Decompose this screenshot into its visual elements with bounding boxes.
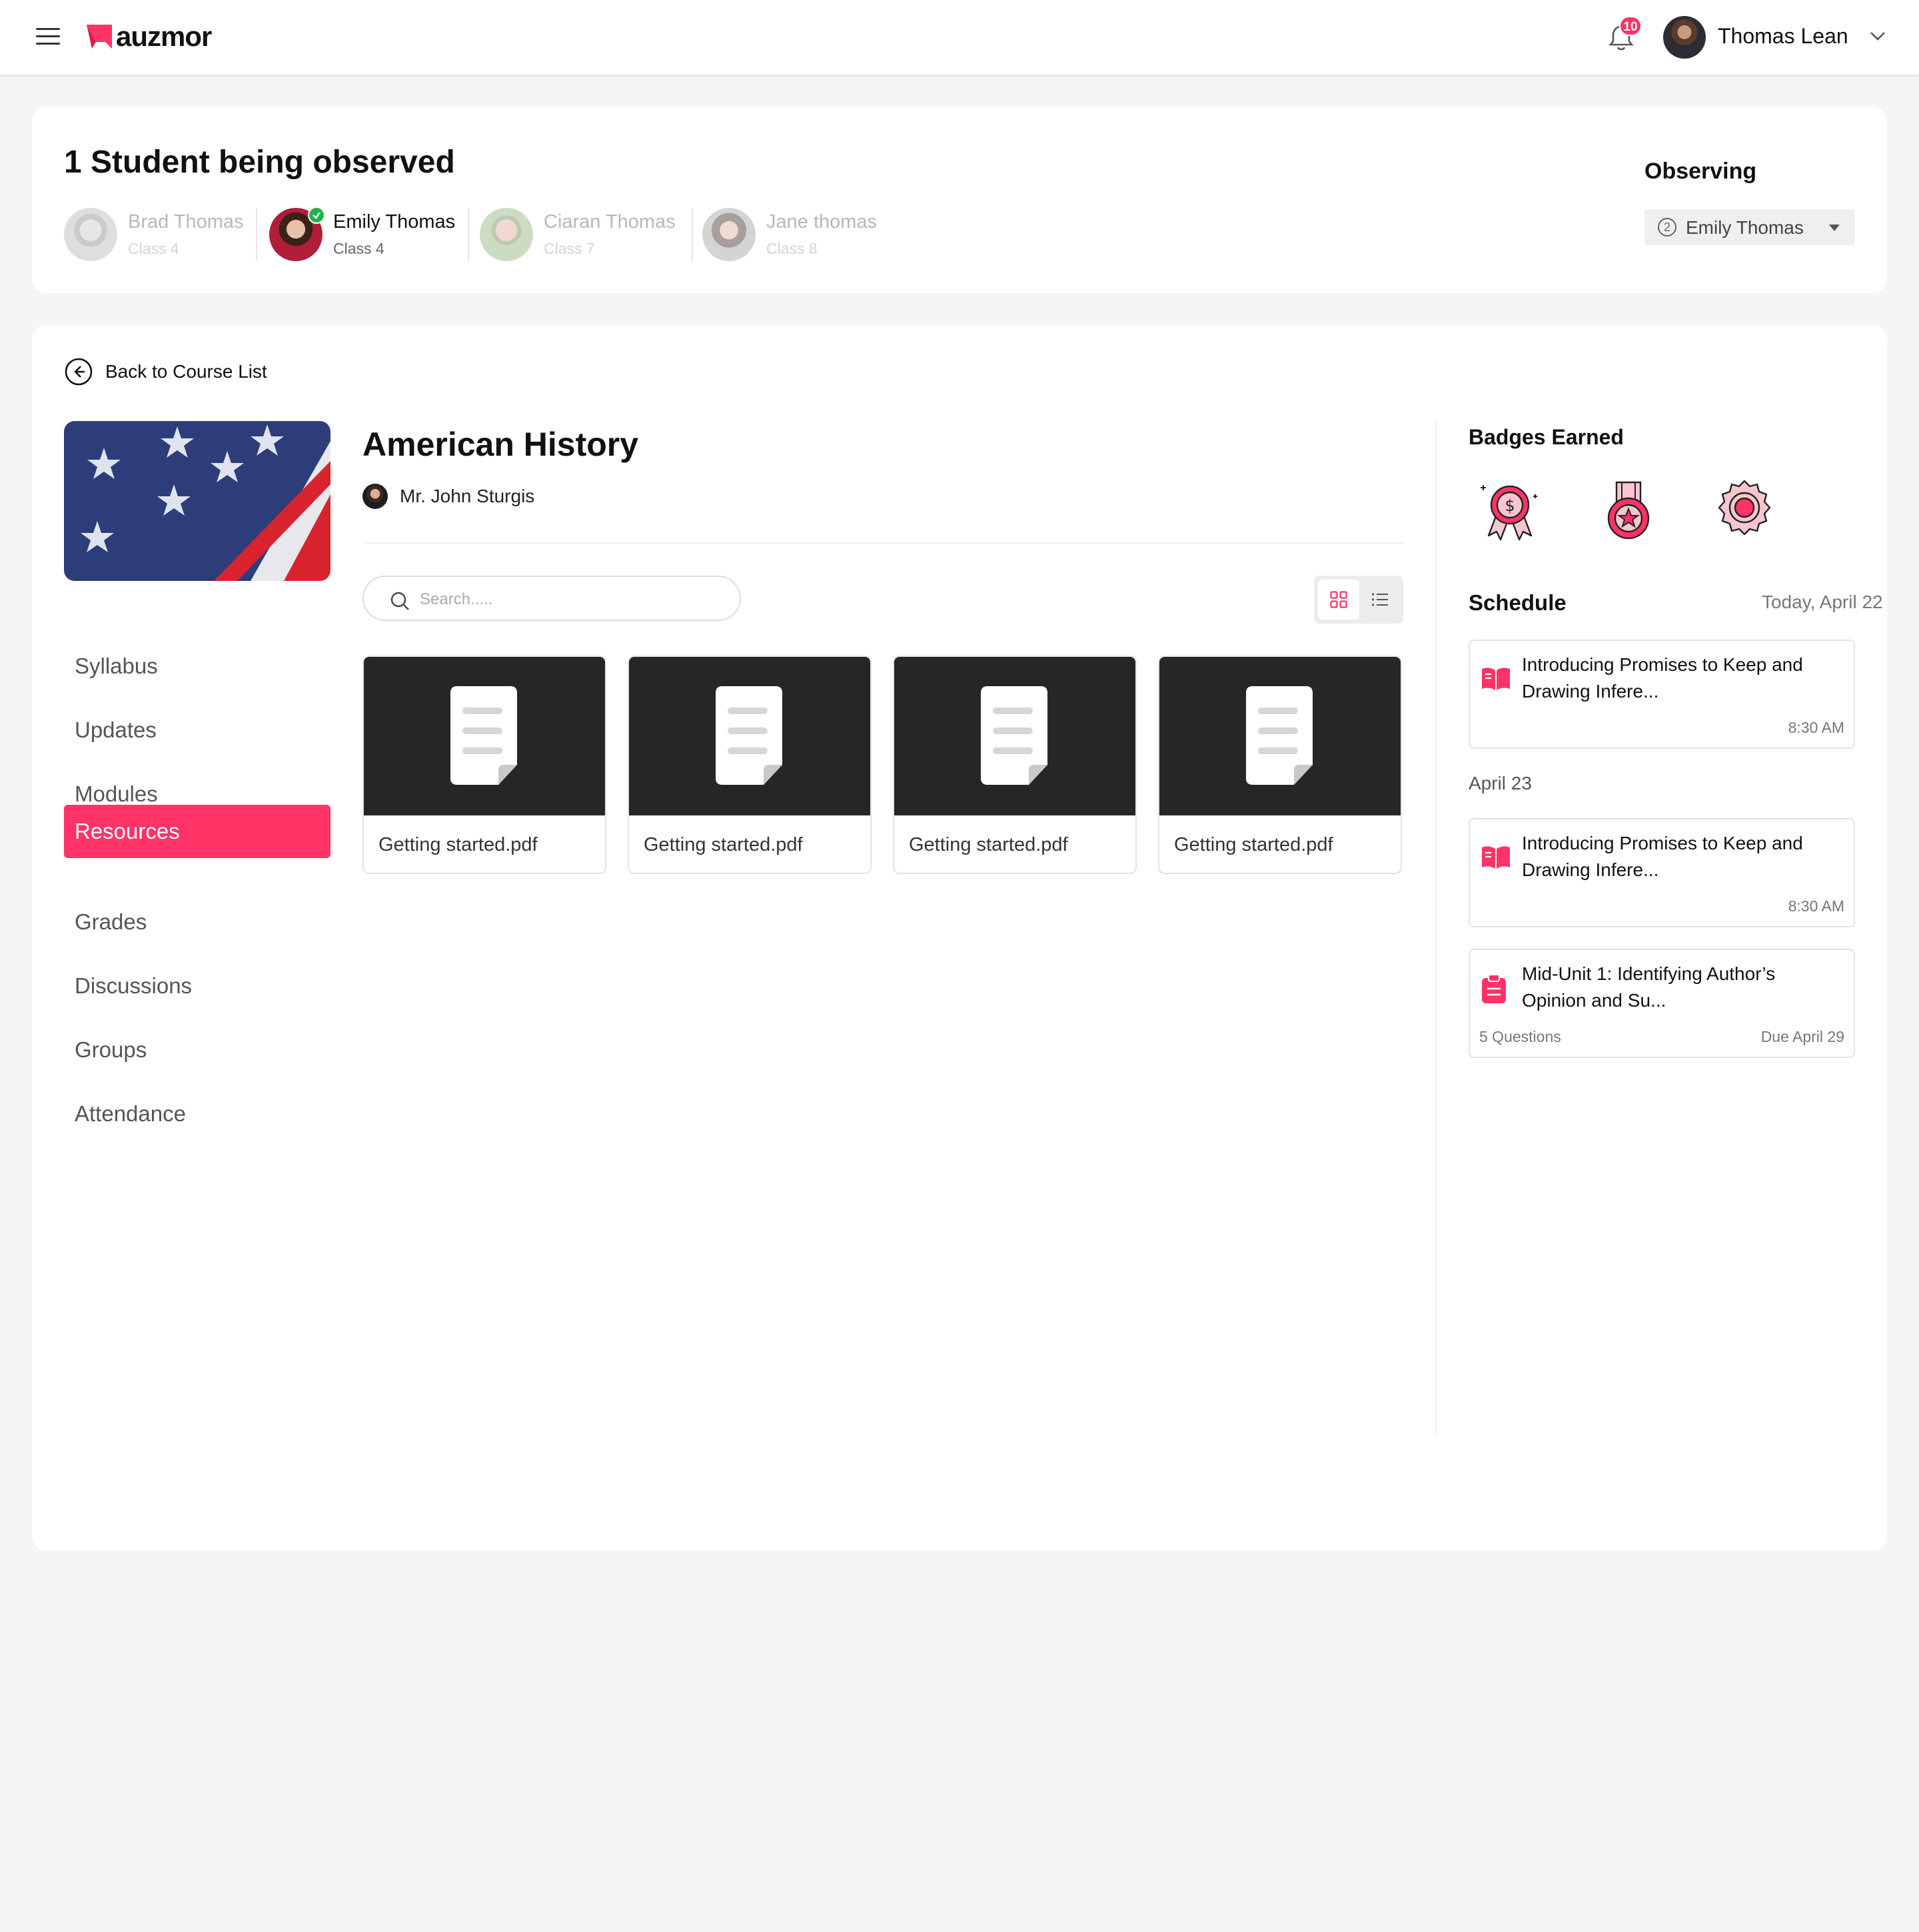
document-icon — [716, 686, 782, 785]
list-view-button[interactable] — [1361, 580, 1399, 620]
badges-title: Badges Earned — [1469, 425, 1624, 449]
back-to-course-list[interactable]: Back to Course List — [64, 357, 267, 386]
divider — [468, 208, 469, 261]
file-name: Getting started.pdf — [1174, 834, 1333, 855]
student-name: Jane thomas — [766, 211, 878, 233]
schedule-event[interactable]: Mid-Unit 1: Identifying Author’s Opinion… — [1469, 949, 1855, 1058]
check-icon — [308, 207, 325, 224]
arrow-left-circle-icon — [65, 358, 93, 386]
course-title: American History — [362, 426, 639, 463]
view-toggle — [1314, 576, 1403, 624]
svg-text:$: $ — [1505, 496, 1515, 515]
avatar — [702, 208, 756, 261]
user-avatar[interactable] — [1663, 16, 1706, 59]
list-icon — [1371, 593, 1388, 606]
student-ciaran[interactable]: Ciaran Thomas Class 7 — [480, 207, 676, 262]
student-jane[interactable]: Jane thomas Class 8 — [702, 207, 877, 262]
avatar — [269, 207, 325, 261]
clipboard-icon — [1482, 974, 1506, 1003]
event-due: Due April 29 — [1760, 1028, 1844, 1045]
student-class: Class 4 — [128, 240, 179, 257]
student-brad[interactable]: Brad Thomas Class 4 — [64, 207, 244, 262]
grid-view-button[interactable] — [1318, 580, 1359, 620]
book-icon — [1482, 668, 1510, 690]
event-title: Introducing Promises to Keep and Drawing… — [1522, 833, 1803, 880]
nav-resources[interactable]: Resources — [64, 805, 330, 858]
observing-select-value: Emily Thomas — [1686, 217, 1804, 238]
user-name[interactable]: Thomas Lean — [1718, 24, 1848, 49]
logo-text: auzmor — [116, 21, 212, 52]
file-card[interactable]: Getting started.pdf — [1158, 656, 1402, 874]
course-image — [64, 421, 330, 581]
avatar — [64, 208, 117, 261]
schedule-event[interactable]: Introducing Promises to Keep and Drawing… — [1469, 640, 1855, 749]
schedule-title: Schedule — [1469, 590, 1567, 615]
student-emily[interactable]: Emily Thomas Class 4 — [269, 207, 455, 262]
document-icon — [1246, 686, 1313, 785]
file-name: Getting started.pdf — [644, 834, 803, 855]
file-card[interactable]: Getting started.pdf — [893, 656, 1137, 874]
observing-label: Observing — [1644, 159, 1757, 184]
search-input[interactable]: Search..... — [362, 576, 741, 621]
student-name: Brad Thomas — [128, 211, 244, 233]
teacher-avatar — [362, 484, 388, 509]
divider — [1435, 421, 1437, 1434]
file-card[interactable]: Getting started.pdf — [362, 656, 606, 874]
file-card[interactable]: Getting started.pdf — [628, 656, 872, 874]
nav-attendance[interactable]: Attendance — [64, 1087, 330, 1141]
nav-updates[interactable]: Updates — [64, 704, 330, 757]
file-thumbnail — [629, 657, 870, 815]
search-icon — [390, 592, 409, 610]
student-class: Class 8 — [766, 240, 818, 257]
file-thumbnail — [364, 657, 605, 815]
day-label: April 23 — [1469, 773, 1532, 793]
logo[interactable]: auzmor — [85, 20, 212, 53]
nav-discussions[interactable]: Discussions — [64, 959, 330, 1013]
file-thumbnail — [1159, 657, 1401, 815]
teacher: Mr. John Sturgis — [362, 484, 534, 509]
avatar — [480, 208, 533, 261]
schedule-event[interactable]: Introducing Promises to Keep and Drawing… — [1469, 818, 1855, 927]
student-name: Ciaran Thomas — [544, 211, 676, 233]
event-questions: 5 Questions — [1479, 1028, 1561, 1045]
event-time: 8:30 AM — [1788, 719, 1844, 736]
nav-syllabus[interactable]: Syllabus — [64, 640, 330, 693]
observation-card: 1 Student being observed Brad Thomas Cla… — [32, 107, 1887, 293]
student-number: 2 — [1658, 218, 1676, 237]
nav-grades[interactable]: Grades — [64, 895, 330, 949]
nav-groups[interactable]: Groups — [64, 1023, 330, 1077]
divider — [362, 542, 1405, 544]
observation-title: 1 Student being observed — [64, 145, 455, 180]
menu-icon[interactable] — [36, 27, 61, 47]
observing-select[interactable]: 2 Emily Thomas — [1644, 209, 1855, 245]
file-name: Getting started.pdf — [909, 834, 1068, 855]
chevron-down-icon[interactable] — [1869, 29, 1886, 43]
event-title: Mid-Unit 1: Identifying Author’s Opinion… — [1522, 963, 1776, 1011]
student-class: Class 7 — [544, 240, 595, 257]
caret-down-icon — [1829, 225, 1840, 231]
divider — [256, 208, 257, 261]
notification-badge: 10 — [1619, 16, 1642, 36]
logo-mark-icon — [87, 25, 112, 49]
event-title: Introducing Promises to Keep and Drawing… — [1522, 654, 1803, 702]
star-medal-icon[interactable] — [1595, 477, 1662, 544]
top-bar: auzmor 10 Thomas Lean — [0, 0, 1919, 75]
divider — [692, 208, 693, 261]
document-icon — [450, 686, 517, 785]
course-card: Back to Course List Syllabus Updates Mod… — [32, 325, 1887, 1551]
money-badge-icon[interactable]: $ — [1477, 477, 1543, 544]
back-label: Back to Course List — [105, 361, 267, 382]
event-time: 8:30 AM — [1788, 897, 1844, 915]
rosette-badge-icon[interactable] — [1711, 477, 1778, 544]
file-name: Getting started.pdf — [378, 834, 538, 855]
schedule-date: Today, April 22 — [1762, 592, 1883, 612]
student-class: Class 4 — [333, 240, 384, 257]
file-thumbnail — [894, 657, 1135, 815]
book-icon — [1482, 846, 1510, 869]
teacher-name: Mr. John Sturgis — [400, 486, 535, 506]
search-placeholder: Search..... — [420, 590, 493, 608]
grid-icon — [1330, 591, 1347, 608]
student-name: Emily Thomas — [333, 211, 456, 233]
document-icon — [981, 686, 1047, 785]
